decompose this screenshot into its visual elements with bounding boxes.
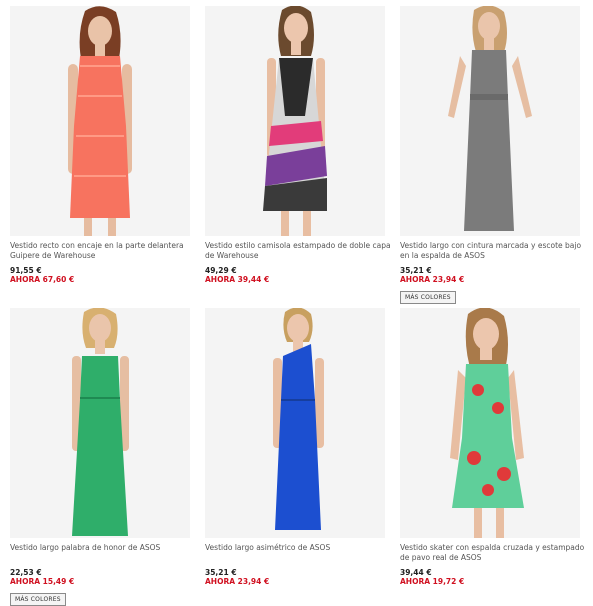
sale-price: AHORA 67,60 €: [10, 275, 75, 284]
product-card[interactable]: Vestido largo asimétrico de ASOS 35,21 €…: [205, 308, 395, 586]
sale-price: AHORA 23,94 €: [400, 275, 465, 284]
sale-price: AHORA 23,94 €: [205, 577, 270, 586]
product-card[interactable]: Vestido largo palabra de honor de ASOS 2…: [10, 308, 200, 606]
product-card[interactable]: Vestido estilo camisola estampado de dob…: [205, 6, 395, 284]
sale-price: AHORA 15,49 €: [10, 577, 75, 586]
product-title[interactable]: Vestido estilo camisola estampado de dob…: [205, 241, 395, 261]
product-title[interactable]: Vestido largo palabra de honor de ASOS: [10, 543, 200, 563]
original-price: 49,29 €: [205, 266, 237, 275]
original-price: 22,53 €: [10, 568, 42, 577]
product-title[interactable]: Vestido skater con espalda cruzada y est…: [400, 543, 590, 563]
product-card[interactable]: Vestido skater con espalda cruzada y est…: [400, 308, 590, 586]
more-colors-button[interactable]: MÁS COLORES: [400, 291, 456, 304]
product-card[interactable]: Vestido recto con encaje en la parte del…: [10, 6, 200, 284]
sale-price: AHORA 39,44 €: [205, 275, 270, 284]
product-image[interactable]: [10, 308, 190, 538]
original-price: 35,21 €: [205, 568, 237, 577]
product-image[interactable]: [205, 6, 385, 236]
original-price: 91,55 €: [10, 266, 42, 275]
sale-price: AHORA 19,72 €: [400, 577, 465, 586]
original-price: 39,44 €: [400, 568, 432, 577]
product-title[interactable]: Vestido largo con cintura marcada y esco…: [400, 241, 590, 261]
product-card[interactable]: Vestido largo con cintura marcada y esco…: [400, 6, 590, 304]
product-image[interactable]: [205, 308, 385, 538]
product-image[interactable]: [400, 308, 580, 538]
product-title[interactable]: Vestido recto con encaje en la parte del…: [10, 241, 200, 261]
original-price: 35,21 €: [400, 266, 432, 275]
more-colors-button[interactable]: MÁS COLORES: [10, 593, 66, 606]
product-image[interactable]: [10, 6, 190, 236]
product-image[interactable]: [400, 6, 580, 236]
product-title[interactable]: Vestido largo asimétrico de ASOS: [205, 543, 395, 563]
